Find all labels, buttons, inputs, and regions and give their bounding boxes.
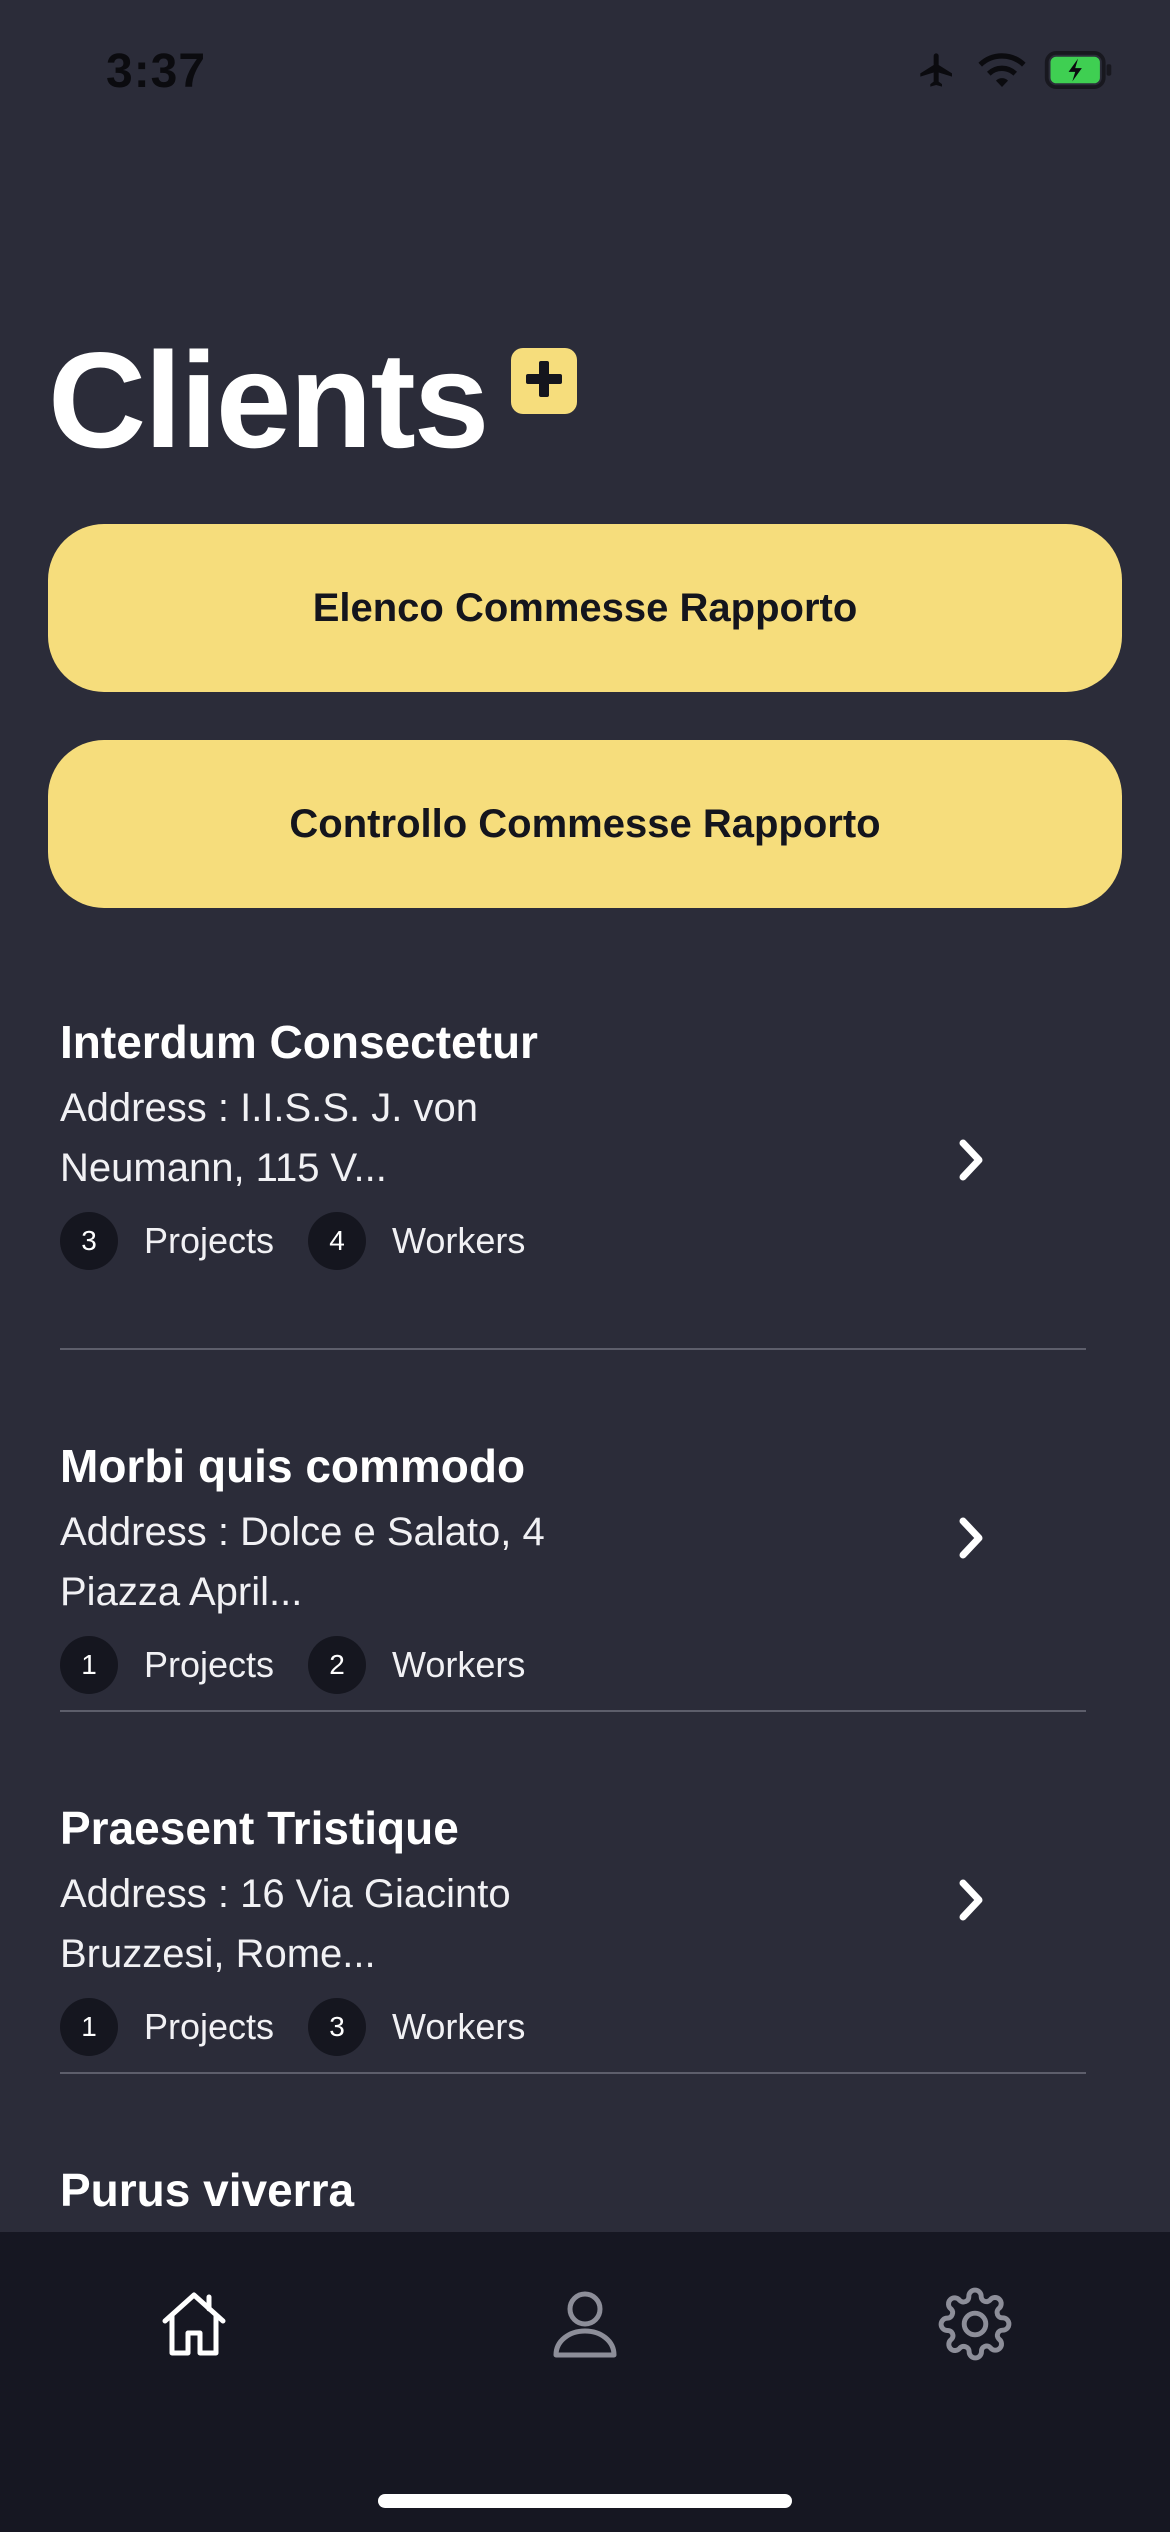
client-list: Interdum Consectetur Address : I.I.S.S. …	[0, 980, 1170, 2274]
client-address: Address : 16 Via Giacinto Bruzzesi, Rome…	[60, 1872, 511, 1976]
projects-label: Projects	[144, 1220, 275, 1261]
projects-label: Projects	[144, 2006, 275, 2047]
page-title: Clients	[48, 324, 489, 476]
status-time: 3:37	[106, 45, 207, 98]
controllo-commesse-rapporto-button[interactable]: Controllo Commesse Rapporto	[48, 740, 1122, 908]
workers-label: Workers	[392, 2006, 526, 2047]
title-row: Clients	[48, 320, 578, 480]
client-name: Interdum Consectetur	[60, 1016, 538, 1068]
plus-icon	[522, 357, 566, 406]
chevron-right-icon[interactable]	[952, 1130, 992, 1190]
tab-bar	[0, 2232, 1170, 2532]
client-item[interactable]: Morbi quis commodo Address : Dolce e Sal…	[60, 1350, 1086, 1712]
wifi-icon	[978, 52, 1026, 88]
client-address: Address : Dolce e Salato, 4 Piazza April…	[60, 1510, 545, 1614]
projects-label: Projects	[144, 1644, 275, 1685]
tab-home[interactable]	[134, 2276, 254, 2376]
client-name: Purus viverra	[60, 2164, 355, 2216]
workers-label: Workers	[392, 1644, 526, 1685]
client-name: Morbi quis commodo	[60, 1440, 526, 1492]
client-stats: 3 Projects 4 Workers	[60, 1212, 1086, 1270]
tab-profile[interactable]	[525, 2276, 645, 2376]
client-item[interactable]: Praesent Tristique Address : 16 Via Giac…	[60, 1712, 1086, 2074]
projects-count-badge: 1	[60, 1998, 118, 2056]
workers-count-badge: 2	[308, 1636, 367, 1694]
status-icons	[914, 50, 1114, 90]
battery-charging-icon	[1044, 51, 1114, 89]
home-icon	[157, 2287, 231, 2366]
workers-count-badge: 4	[308, 1212, 367, 1270]
client-item[interactable]: Interdum Consectetur Address : I.I.S.S. …	[60, 980, 1086, 1350]
projects-count-badge: 3	[60, 1212, 118, 1270]
chevron-right-icon[interactable]	[952, 1870, 992, 1930]
client-address: Address : I.I.S.S. J. von Neumann, 115 V…	[60, 1086, 478, 1190]
client-stats: 1 Projects 2 Workers	[60, 1636, 1086, 1694]
airplane-icon	[914, 50, 960, 90]
tab-settings[interactable]	[915, 2276, 1035, 2376]
workers-count-badge: 3	[308, 1998, 367, 2056]
chevron-right-icon[interactable]	[952, 1508, 992, 1568]
add-client-button[interactable]	[511, 348, 578, 414]
settings-icon	[938, 2287, 1012, 2366]
home-indicator	[378, 2494, 792, 2508]
status-bar: 3:37	[0, 0, 1170, 140]
profile-icon	[549, 2287, 621, 2366]
projects-count-badge: 1	[60, 1636, 118, 1694]
workers-label: Workers	[392, 1220, 526, 1261]
client-name: Praesent Tristique	[60, 1802, 459, 1854]
client-stats: 1 Projects 3 Workers	[60, 1998, 1086, 2056]
elenco-commesse-rapporto-button[interactable]: Elenco Commesse Rapporto	[48, 524, 1122, 692]
